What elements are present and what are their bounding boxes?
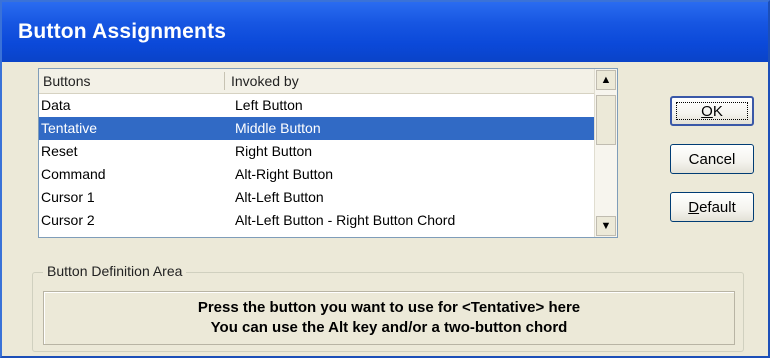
group-legend: Button Definition Area [43, 263, 187, 279]
list-header: Buttons Invoked by [39, 69, 617, 94]
column-header-invoked-by[interactable]: Invoked by [231, 69, 299, 93]
row-invoked-by: Middle Button [235, 120, 321, 136]
scroll-down-button[interactable]: ▼ [596, 216, 616, 236]
title-bar[interactable]: Button Assignments [2, 2, 768, 62]
dialog-title: Button Assignments [18, 20, 227, 43]
row-button-name: Tentative [41, 120, 98, 136]
row-button-name: Cursor 1 [41, 189, 95, 205]
list-row-tentative[interactable]: Tentative Middle Button [39, 117, 617, 140]
row-button-name: Data [41, 97, 71, 113]
scrollbar-thumb[interactable] [596, 95, 616, 145]
definition-target-area[interactable]: Press the button you want to use for <Te… [43, 291, 735, 345]
triangle-down-icon: ▼ [600, 220, 612, 232]
list-row-cursor-1[interactable]: Cursor 1 Alt-Left Button [39, 186, 617, 209]
cancel-button[interactable]: Cancel [670, 144, 754, 174]
row-button-name: Command [41, 166, 106, 182]
row-invoked-by: Alt-Left Button - Right Button Chord [235, 212, 456, 228]
row-button-name: Cursor 2 [41, 212, 95, 228]
list-row-command[interactable]: Command Alt-Right Button [39, 163, 617, 186]
row-invoked-by: Alt-Left Button [235, 189, 324, 205]
default-button-label: Default [688, 198, 736, 216]
column-header-buttons[interactable]: Buttons [43, 69, 90, 93]
list-row-reset[interactable]: Reset Right Button [39, 140, 617, 163]
ok-button[interactable]: OK [670, 96, 754, 126]
scroll-up-button[interactable]: ▲ [596, 70, 616, 90]
list-rows: Data Left Button Tentative Middle Button… [39, 94, 617, 232]
triangle-up-icon: ▲ [600, 74, 612, 86]
row-invoked-by: Alt-Right Button [235, 166, 334, 182]
vertical-scrollbar[interactable]: ▲ ▼ [594, 69, 617, 237]
button-definition-area: Button Definition Area Press the button … [32, 263, 744, 352]
instruction-line-2: You can use the Alt key and/or a two-but… [210, 319, 568, 336]
button-assignments-list[interactable]: Buttons Invoked by Data Left Button Tent… [38, 68, 618, 238]
row-button-name: Reset [41, 143, 78, 159]
column-divider[interactable] [224, 72, 225, 90]
instruction-line-1: Press the button you want to use for <Te… [197, 299, 581, 316]
row-invoked-by: Left Button [235, 97, 303, 113]
cancel-button-label: Cancel [688, 150, 736, 168]
list-row-data[interactable]: Data Left Button [39, 94, 617, 117]
default-button[interactable]: Default [670, 192, 754, 222]
dialog-window: Button Assignments Buttons Invoked by Da… [0, 0, 770, 358]
row-invoked-by: Right Button [235, 143, 313, 159]
focus-rectangle [676, 102, 748, 120]
list-row-cursor-2[interactable]: Cursor 2 Alt-Left Button - Right Button … [39, 209, 617, 232]
dialog-client-area: Buttons Invoked by Data Left Button Tent… [2, 62, 768, 356]
